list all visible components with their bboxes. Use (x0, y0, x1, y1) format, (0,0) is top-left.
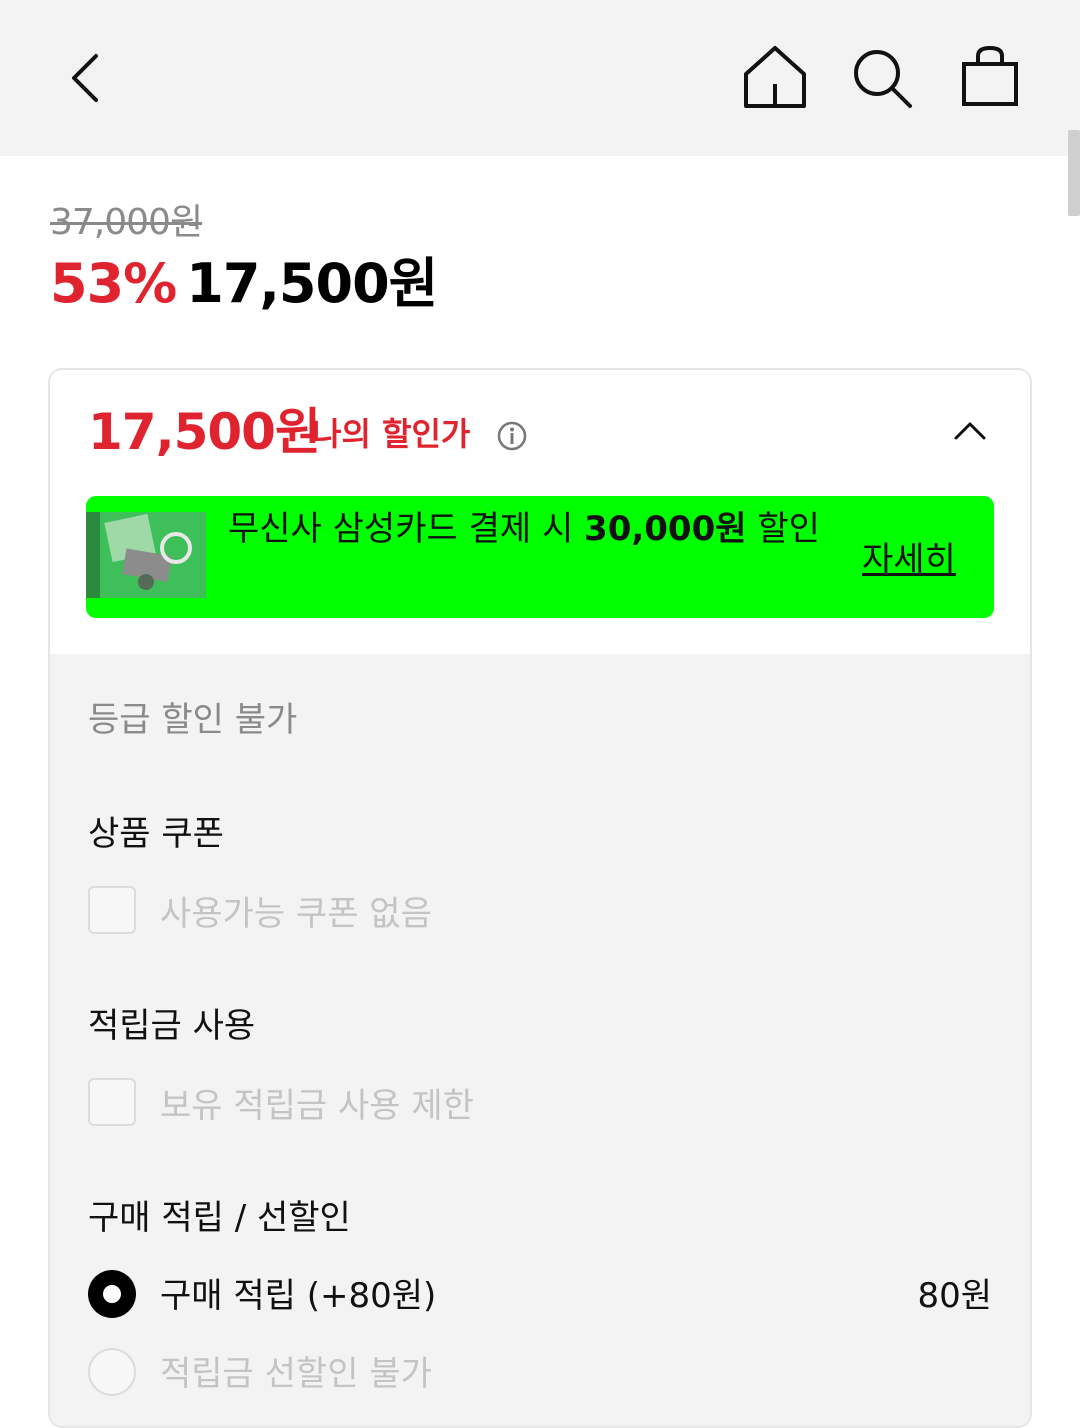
my-discount-price: 17,500원 (88, 403, 321, 461)
shopping-bag-icon (962, 45, 1018, 106)
discount-panel: 17,500원 나의 할인가 무신사 삼성카드 결제 시 30,000원 할인 … (48, 368, 1032, 1428)
card-promo-text: 무신사 삼성카드 결제 시 30,000원 할인 (228, 509, 820, 549)
earn-points-radio[interactable] (88, 1270, 136, 1318)
shopping-bag-button[interactable] (958, 44, 1022, 110)
info-icon[interactable] (496, 420, 528, 452)
coupon-checkbox[interactable] (88, 886, 136, 934)
points-checkbox[interactable] (88, 1078, 136, 1126)
sale-price-row: 53% 17,500원 (50, 252, 438, 316)
search-icon (854, 50, 912, 108)
back-icon (72, 54, 98, 102)
pre-discount-label: 적립금 선할인 불가 (160, 1354, 432, 1394)
earn-points-label: 구매 적립 (+80원) (160, 1276, 437, 1316)
top-navigation-bar (0, 0, 1080, 156)
discount-rate: 53% (50, 252, 177, 315)
purchase-section-title: 구매 적립 / 선할인 (88, 1198, 351, 1238)
card-promo-image (86, 512, 206, 598)
sale-price: 17,500원 (186, 252, 438, 315)
points-section-title: 적립금 사용 (88, 1006, 256, 1046)
grade-discount-note: 등급 할인 불가 (88, 700, 298, 740)
original-price: 37,000원 (50, 202, 203, 243)
coupon-option-label: 사용가능 쿠폰 없음 (160, 894, 432, 934)
card-promo-banner[interactable]: 무신사 삼성카드 결제 시 30,000원 할인 자세히 (86, 496, 994, 618)
scrollbar[interactable] (1068, 130, 1080, 216)
my-discount-label: 나의 할인가 (312, 415, 471, 453)
search-button[interactable] (850, 46, 914, 110)
points-option-label: 보유 적립금 사용 제한 (160, 1086, 474, 1126)
chevron-up-icon[interactable] (950, 416, 990, 446)
home-button[interactable] (740, 44, 810, 112)
pre-discount-radio[interactable] (88, 1348, 136, 1396)
promo-details-link[interactable]: 자세히 (862, 532, 956, 581)
discount-options: 등급 할인 불가 상품 쿠폰 사용가능 쿠폰 없음 적립금 사용 보유 적립금 … (50, 654, 1030, 1426)
back-button[interactable] (62, 48, 112, 108)
my-price-header: 17,500원 나의 할인가 무신사 삼성카드 결제 시 30,000원 할인 … (50, 370, 1030, 654)
home-icon (744, 46, 806, 108)
earn-points-amount: 80원 (917, 1276, 992, 1316)
coupon-section-title: 상품 쿠폰 (88, 814, 224, 854)
